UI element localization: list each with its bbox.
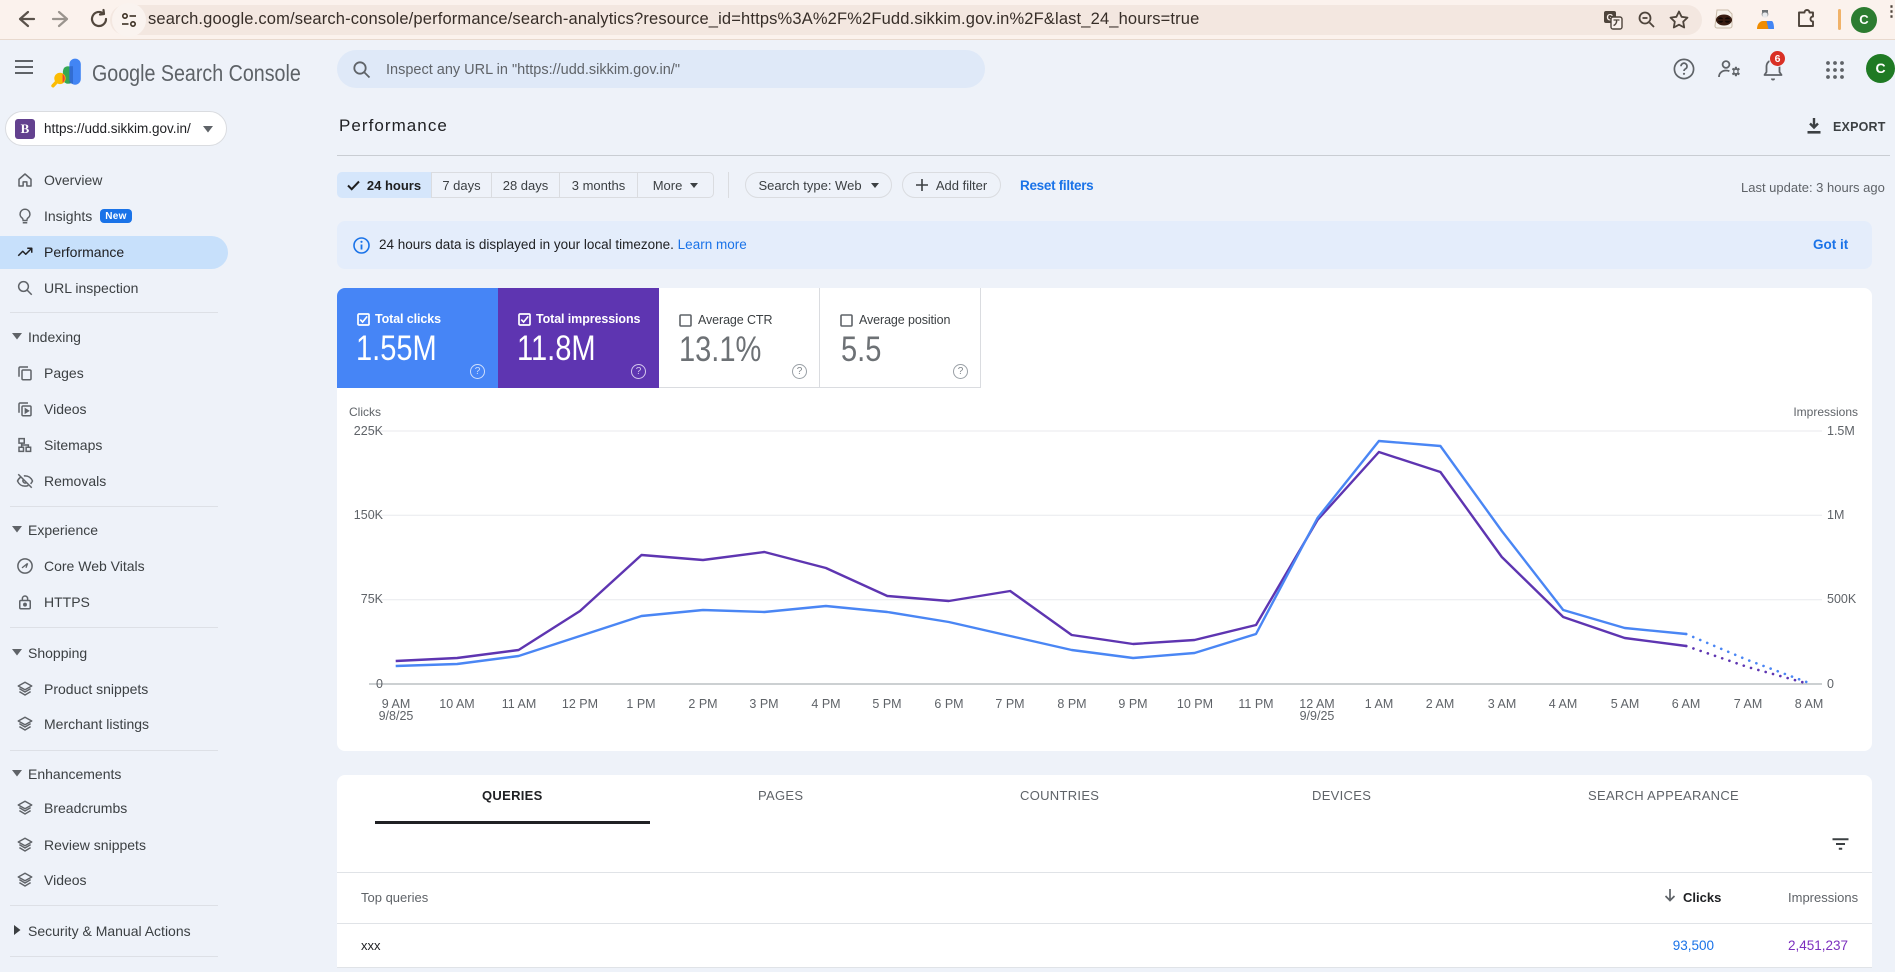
svg-text:4 PM: 4 PM [811,697,840,711]
svg-text:5 PM: 5 PM [872,697,901,711]
svg-text:5 AM: 5 AM [1611,697,1640,711]
svg-text:11 PM: 11 PM [1238,697,1273,711]
svg-text:9 PM: 9 PM [1118,697,1147,711]
svg-text:8 PM: 8 PM [1057,697,1086,711]
svg-text:12 PM: 12 PM [562,697,598,711]
svg-text:225K: 225K [354,424,384,438]
svg-text:Impressions: Impressions [1793,405,1858,419]
svg-text:3 PM: 3 PM [749,697,778,711]
svg-text:1 AM: 1 AM [1365,697,1394,711]
svg-text:75K: 75K [361,592,384,606]
svg-text:11 AM: 11 AM [502,697,537,711]
svg-text:2 PM: 2 PM [688,697,717,711]
svg-text:3 AM: 3 AM [1488,697,1517,711]
svg-text:10 PM: 10 PM [1177,697,1213,711]
svg-text:Clicks: Clicks [349,405,381,419]
svg-text:9/8/25: 9/8/25 [379,709,414,723]
svg-text:10 AM: 10 AM [439,697,474,711]
svg-text:1M: 1M [1827,508,1844,522]
svg-text:0: 0 [1827,677,1834,691]
svg-text:1.5M: 1.5M [1827,424,1855,438]
svg-text:1 PM: 1 PM [626,697,655,711]
svg-text:7 AM: 7 AM [1734,697,1763,711]
svg-text:500K: 500K [1827,592,1857,606]
svg-text:6 AM: 6 AM [1672,697,1701,711]
svg-text:4 AM: 4 AM [1549,697,1578,711]
svg-text:7 PM: 7 PM [995,697,1024,711]
svg-text:8 AM: 8 AM [1795,697,1824,711]
svg-text:2 AM: 2 AM [1426,697,1455,711]
svg-text:0: 0 [376,677,383,691]
svg-text:9/9/25: 9/9/25 [1300,709,1335,723]
svg-text:6 PM: 6 PM [934,697,963,711]
svg-text:150K: 150K [354,508,384,522]
